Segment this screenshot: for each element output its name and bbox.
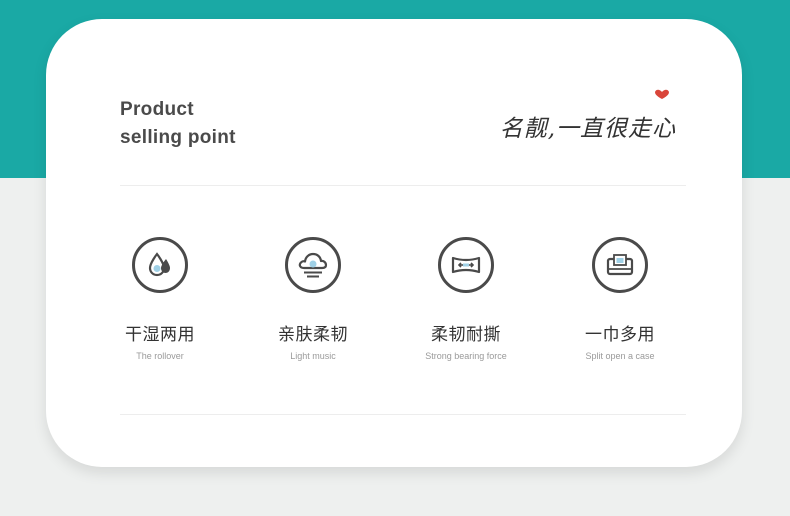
feature-subtitle: Light music (290, 351, 336, 361)
heart-icon (655, 89, 669, 99)
bottom-divider (120, 414, 686, 415)
feature-title: 一巾多用 (585, 325, 655, 344)
feature-title: 柔韧耐撕 (431, 325, 501, 344)
feature-tear-resistant: 柔韧耐撕 Strong bearing force (401, 237, 531, 361)
heading-line-1: Product (120, 99, 194, 120)
product-selling-point-heading: Product selling point (120, 96, 236, 152)
tissue-box-icon (592, 237, 648, 293)
stretch-cloth-icon (438, 237, 494, 293)
feature-subtitle: Split open a case (585, 351, 655, 361)
feature-title: 亲肤柔韧 (278, 325, 348, 344)
top-divider (120, 185, 686, 186)
heading-line-2: selling point (120, 127, 236, 148)
feature-subtitle: The rollover (136, 351, 184, 361)
water-drop-icon (132, 237, 188, 293)
cloud-icon (285, 237, 341, 293)
selling-point-card: Product selling point 名靓,一直很走心 干湿两用 The … (46, 19, 742, 467)
brand-slogan: 名靓,一直很走心 (499, 116, 676, 142)
feature-skin-friendly: 亲肤柔韧 Light music (248, 237, 378, 361)
feature-title: 干湿两用 (125, 325, 195, 344)
feature-dry-wet: 干湿两用 The rollover (95, 237, 225, 361)
feature-subtitle: Strong bearing force (425, 351, 507, 361)
feature-multi-use: 一巾多用 Split open a case (555, 237, 685, 361)
